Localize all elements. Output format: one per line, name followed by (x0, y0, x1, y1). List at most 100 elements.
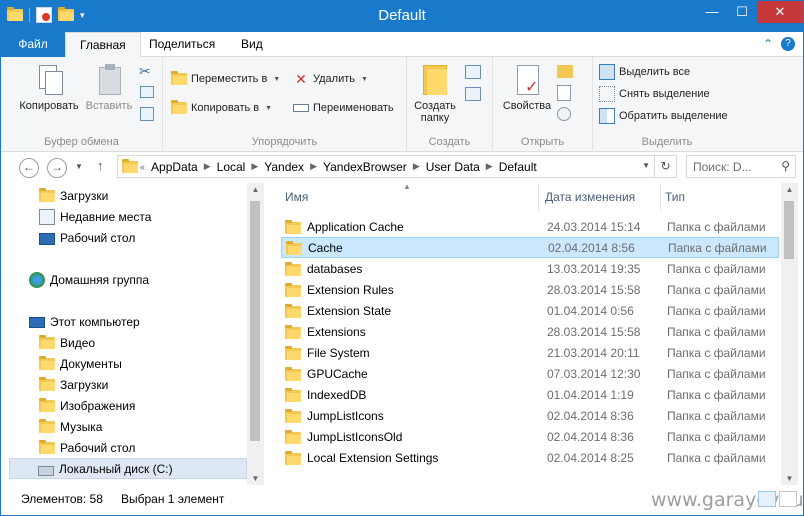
breadcrumb-separator-icon[interactable]: ▶ (411, 161, 422, 172)
paste-shortcut-icon[interactable] (140, 107, 154, 121)
help-icon[interactable]: ? (781, 37, 795, 51)
edit-icon[interactable] (557, 85, 571, 101)
breadcrumb-default[interactable]: Default (495, 160, 541, 174)
breadcrumb-yandex[interactable]: Yandex (260, 160, 308, 174)
folder-icon (285, 429, 301, 444)
breadcrumb-separator-icon[interactable]: ▶ (202, 161, 213, 172)
file-list-scrollbar[interactable]: ▲ ▼ (781, 183, 798, 485)
breadcrumb-separator-icon[interactable]: ▶ (484, 161, 495, 172)
rename-button[interactable]: Переименовать (293, 100, 394, 116)
search-icon[interactable]: ⚲ (781, 159, 790, 173)
breadcrumb-user-data[interactable]: User Data (422, 160, 484, 174)
up-icon[interactable]: ↑ (97, 158, 104, 173)
table-row[interactable]: Extensions 28.03.2014 15:58 Папка с файлам… (281, 321, 779, 342)
nav-item-pictures[interactable]: Изображения (39, 395, 135, 416)
paste-button[interactable]: Вставить (83, 63, 135, 112)
table-row[interactable]: JumpListIcons 02.04.2014 8:36 Папка с файл… (281, 405, 779, 426)
back-icon[interactable]: ← (19, 158, 39, 178)
nav-item-music[interactable]: Музыка (39, 416, 102, 437)
minimize-icon[interactable]: — (697, 1, 727, 23)
details-view-icon[interactable] (758, 491, 776, 507)
breadcrumb-yandexbrowser[interactable]: YandexBrowser (319, 160, 411, 174)
nav-pane-scrollbar[interactable]: ▲ ▼ (247, 183, 264, 485)
nav-item-downloads[interactable]: Загрузки (39, 185, 108, 206)
table-row[interactable]: Extension Rules 28.03.2014 15:58 Папка с ф… (281, 279, 779, 300)
tab-file[interactable]: Файл (1, 32, 65, 57)
file-type: Папка с файлами (667, 450, 766, 465)
recent-locations-icon[interactable]: ▼ (75, 162, 83, 171)
properties-button[interactable]: ✓ Свойства (499, 63, 555, 112)
address-folder-icon (122, 158, 138, 175)
window-controls: — ☐ ✕ (697, 1, 803, 23)
invert-selection-button[interactable]: Обратить выделение (599, 108, 728, 124)
nav-item-desktop[interactable]: Рабочий стол (39, 227, 135, 248)
column-header-type[interactable]: Тип (661, 183, 781, 211)
table-row[interactable]: IndexedDB 01.04.2014 1:19 Папка с файлами (281, 384, 779, 405)
table-row[interactable]: Application Cache 24.03.2014 15:14 Папка с… (281, 216, 779, 237)
column-header-date[interactable]: Дата изменения (541, 183, 661, 211)
nav-item-recent-places[interactable]: Недавние места (39, 206, 151, 227)
address-dropdown-icon[interactable]: ▼ (642, 161, 650, 170)
table-row[interactable]: databases 13.03.2014 19:35 Папка с файлами (281, 258, 779, 279)
ribbon-controls: ⌃ ? (763, 37, 795, 51)
nav-item-local-disk[interactable]: Локальный диск (C:) (9, 458, 247, 479)
copy-button[interactable]: Копировать (15, 63, 83, 112)
move-to-button[interactable]: Переместить в ▼ (171, 71, 280, 87)
clipboard-group-label: Буфер обмена (44, 136, 119, 148)
address-overflow[interactable]: « (138, 162, 147, 172)
table-row[interactable]: Extension State 01.04.2014 0:56 Папка с фа… (281, 300, 779, 321)
nav-item-video[interactable]: Видео (39, 332, 95, 353)
forward-icon[interactable]: → (47, 158, 67, 178)
scroll-up-icon[interactable]: ▲ (247, 185, 264, 194)
cut-icon[interactable]: ✂ (139, 63, 151, 80)
large-icons-view-icon[interactable] (779, 491, 797, 507)
table-row[interactable]: Cache 02.04.2014 8:56 Папка с файлами (281, 237, 779, 258)
breadcrumb-appdata[interactable]: AppData (147, 160, 202, 174)
tab-view[interactable]: Вид (227, 32, 277, 57)
breadcrumb-separator-icon[interactable]: ▶ (308, 161, 319, 172)
address-bar[interactable]: « AppData ▶ Local ▶ Yandex ▶ YandexBrowser ▶… (117, 155, 677, 178)
maximize-icon[interactable]: ☐ (727, 1, 757, 23)
delete-button[interactable]: ✕ Удалить ▼ (293, 71, 368, 87)
history-icon[interactable] (557, 107, 571, 121)
column-header-name[interactable]: Имя (281, 183, 539, 211)
select-none-button[interactable]: Снять выделение (599, 86, 710, 102)
new-group-label: Создать (428, 136, 471, 148)
select-all-button[interactable]: Выделить все (599, 64, 690, 80)
table-row[interactable]: GPUCache 07.03.2014 12:30 Папка с файлами (281, 363, 779, 384)
easy-access-icon[interactable] (465, 87, 481, 101)
refresh-icon[interactable]: ↻ (654, 156, 676, 177)
scroll-thumb[interactable] (784, 201, 794, 259)
file-type: Папка с файлами (667, 387, 766, 402)
file-name: Extensions (307, 324, 366, 339)
nav-item-label: Видео (60, 335, 96, 350)
tab-home[interactable]: Главная (65, 32, 141, 58)
scroll-thumb[interactable] (250, 201, 260, 441)
search-input[interactable]: Поиск: D... ⚲ (686, 155, 796, 178)
collapse-ribbon-icon[interactable]: ⌃ (763, 37, 773, 51)
open-icon[interactable] (557, 65, 573, 78)
nav-item-label: Документы (60, 356, 122, 371)
copy-to-button[interactable]: Копировать в ▼ (171, 100, 272, 116)
new-folder-button[interactable]: Создать папку (409, 63, 461, 124)
nav-item-desktop-2[interactable]: Рабочий стол (39, 437, 135, 458)
rename-icon (293, 100, 309, 116)
nav-item-downloads-2[interactable]: Загрузки (39, 374, 108, 395)
tab-share[interactable]: Поделиться (135, 32, 229, 57)
table-row[interactable]: JumpListIconsOld 02.04.2014 8:36 Папка с ф… (281, 426, 779, 447)
table-row[interactable]: Local Extension Settings 02.04.2014 8:25 П… (281, 447, 779, 468)
nav-item-label: Изображения (60, 398, 136, 413)
scroll-down-icon[interactable]: ▼ (781, 474, 798, 483)
nav-item-this-pc[interactable]: Этот компьютер (29, 311, 140, 332)
scroll-down-icon[interactable]: ▼ (247, 474, 264, 483)
breadcrumb-local[interactable]: Local (213, 160, 250, 174)
close-icon[interactable]: ✕ (757, 1, 803, 23)
nav-item-documents[interactable]: Документы (39, 353, 122, 374)
nav-item-homegroup[interactable]: Домашняя группа (29, 269, 149, 290)
scroll-up-icon[interactable]: ▲ (781, 185, 798, 194)
breadcrumb-separator-icon[interactable]: ▶ (249, 161, 260, 172)
new-item-icon[interactable] (465, 65, 481, 79)
delete-label: Удалить (313, 73, 355, 85)
copy-path-icon[interactable] (140, 86, 154, 98)
table-row[interactable]: File System 21.03.2014 20:11 Папка с файла… (281, 342, 779, 363)
